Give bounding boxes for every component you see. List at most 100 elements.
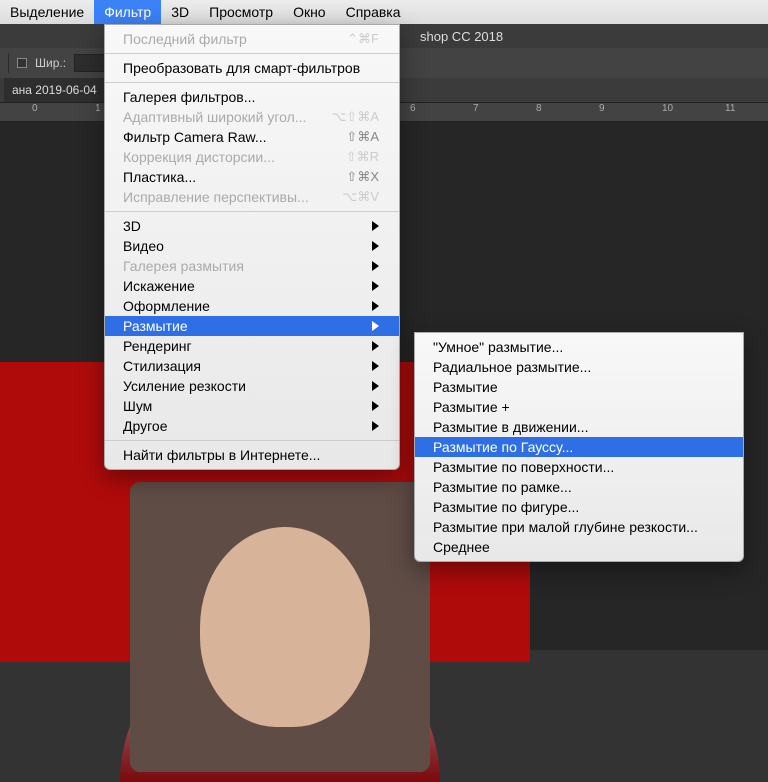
menu-item-label: Другое xyxy=(123,418,167,434)
submenu-arrow-icon xyxy=(372,241,379,251)
menu-item-label: Галерея размытия xyxy=(123,258,244,274)
divider xyxy=(105,82,399,83)
divider xyxy=(105,211,399,212)
menu-item-label: Размытие в движении... xyxy=(433,419,588,435)
submenu-arrow-icon xyxy=(372,221,379,231)
ruler-tick: 9 xyxy=(599,103,605,114)
menu-item-label: "Умное" размытие... xyxy=(433,339,563,355)
menu-item-label: Коррекция дисторсии... xyxy=(123,149,275,165)
menu-3d[interactable]: 3D xyxy=(161,0,199,24)
menu-item[interactable]: Оформление xyxy=(105,296,399,316)
menu-item[interactable]: Размытие по Гауссу... xyxy=(415,437,743,457)
submenu-arrow-icon xyxy=(372,301,379,311)
shortcut: ⌥⌘V xyxy=(342,189,379,205)
submenu-arrow-icon xyxy=(372,341,379,351)
submenu-arrow-icon xyxy=(372,321,379,331)
menu-item: Исправление перспективы... ⌥⌘V xyxy=(105,187,399,207)
menu-item-label: Искажение xyxy=(123,278,195,294)
shortcut: ⇧⌘X xyxy=(346,169,379,185)
menu-item[interactable]: Фильтр Camera Raw...⇧⌘A xyxy=(105,127,399,147)
menu-filter: Последний фильтр ⌃⌘F Преобразовать для сма… xyxy=(104,24,400,470)
menu-item[interactable]: Размытие xyxy=(415,377,743,397)
menu-item-label: Радиальное размытие... xyxy=(433,359,591,375)
submenu-blur: "Умное" размытие... Радиальное размытие..… xyxy=(414,332,744,562)
shortcut: ⌃⌘F xyxy=(347,31,379,47)
ruler-tick: 1 xyxy=(95,103,101,114)
menu-item-label: Адаптивный широкий угол... xyxy=(123,109,306,125)
menu-просмотр[interactable]: Просмотр xyxy=(199,0,283,24)
menu-item-label: Размытие при малой глубине резкости... xyxy=(433,519,698,535)
menu-item[interactable]: 3D xyxy=(105,216,399,236)
ruler-tick: 8 xyxy=(536,103,542,114)
shortcut: ⇧⌘R xyxy=(346,149,379,165)
menu-справка[interactable]: Справка xyxy=(336,0,411,24)
menu-item[interactable]: Преобразовать для смарт-фильтров xyxy=(105,58,399,78)
menu-фильтр[interactable]: Фильтр xyxy=(94,0,161,24)
menu-item-label: Среднее xyxy=(433,539,490,555)
menu-item[interactable]: Радиальное размытие... xyxy=(415,357,743,377)
menu-выделение[interactable]: Выделение xyxy=(0,0,94,24)
ruler-tick: 11 xyxy=(725,103,735,114)
menu-item[interactable]: Размытие при малой глубине резкости... xyxy=(415,517,743,537)
menubar: ВыделениеФильтр3DПросмотрОкноСправка xyxy=(0,0,768,24)
menu-item[interactable]: Размытие в движении... xyxy=(415,417,743,437)
menu-item-label: Пластика... xyxy=(123,169,196,185)
ruler-tick: 6 xyxy=(410,103,416,114)
menu-item-label: Размытие + xyxy=(433,399,510,415)
ruler-tick: 0 xyxy=(32,103,38,114)
menu-item: Галерея размытия xyxy=(105,256,399,276)
menu-item[interactable]: Видео xyxy=(105,236,399,256)
menu-item[interactable]: Среднее xyxy=(415,537,743,557)
menu-item[interactable]: Галерея фильтров... xyxy=(105,87,399,107)
menu-item-label: Усиление резкости xyxy=(123,378,246,394)
menu-item[interactable]: Размытие xyxy=(105,316,399,336)
menu-окно[interactable]: Окно xyxy=(283,0,336,24)
submenu-arrow-icon xyxy=(372,381,379,391)
app-title: shop CC 2018 xyxy=(420,29,503,44)
menu-item[interactable]: Размытие + xyxy=(415,397,743,417)
menu-item[interactable]: Другое xyxy=(105,416,399,436)
menu-item[interactable]: Пластика... ⇧⌘X xyxy=(105,167,399,187)
menu-item[interactable]: Размытие по рамке... xyxy=(415,477,743,497)
menu-item[interactable]: Найти фильтры в Интернете... xyxy=(105,445,399,465)
menu-item-label: 3D xyxy=(123,218,141,234)
menu-item[interactable]: Усиление резкости xyxy=(105,376,399,396)
menu-item[interactable]: Шум xyxy=(105,396,399,416)
menu-item-label: Видео xyxy=(123,238,164,254)
checkbox[interactable] xyxy=(17,58,27,68)
menu-item-label: Фильтр Camera Raw... xyxy=(123,129,267,145)
menu-item-label: Размытие по поверхности... xyxy=(433,459,614,475)
canvas-image xyxy=(200,527,370,727)
menu-item: Коррекция дисторсии... ⇧⌘R xyxy=(105,147,399,167)
menu-item-label: Шум xyxy=(123,398,152,414)
ruler-tick: 7 xyxy=(473,103,479,114)
menu-item: Адаптивный широкий угол... ⌥⇧⌘A xyxy=(105,107,399,127)
menu-item-label: Размытие xyxy=(433,379,498,395)
document-tab[interactable]: ана 2019-06-04 xyxy=(4,78,105,102)
menu-item: Последний фильтр ⌃⌘F xyxy=(105,29,399,49)
divider xyxy=(105,440,399,441)
shortcut: ⌥⇧⌘A xyxy=(331,109,379,125)
submenu-arrow-icon xyxy=(372,361,379,371)
submenu-arrow-icon xyxy=(372,261,379,271)
tab-label: ана 2019-06-04 xyxy=(12,83,97,97)
menu-item-label: Размытие по рамке... xyxy=(433,479,572,495)
menu-item[interactable]: Стилизация xyxy=(105,356,399,376)
menu-item[interactable]: Размытие по поверхности... xyxy=(415,457,743,477)
width-label: Шир.: xyxy=(35,56,66,70)
menu-item[interactable]: Искажение xyxy=(105,276,399,296)
menu-item-label: Размытие по фигуре... xyxy=(433,499,579,515)
menu-item[interactable]: "Умное" размытие... xyxy=(415,337,743,357)
submenu-arrow-icon xyxy=(372,401,379,411)
menu-item[interactable]: Рендеринг xyxy=(105,336,399,356)
menu-item-label: Последний фильтр xyxy=(123,31,247,47)
menu-item[interactable]: Размытие по фигуре... xyxy=(415,497,743,517)
divider xyxy=(8,53,9,73)
menu-item-label: Исправление перспективы... xyxy=(123,189,309,205)
menu-item-label: Оформление xyxy=(123,298,210,314)
menu-item-label: Найти фильтры в Интернете... xyxy=(123,447,320,463)
submenu-arrow-icon xyxy=(372,421,379,431)
menu-item-label: Галерея фильтров... xyxy=(123,89,255,105)
menu-item-label: Стилизация xyxy=(123,358,201,374)
menu-item-label: Преобразовать для смарт-фильтров xyxy=(123,60,360,76)
